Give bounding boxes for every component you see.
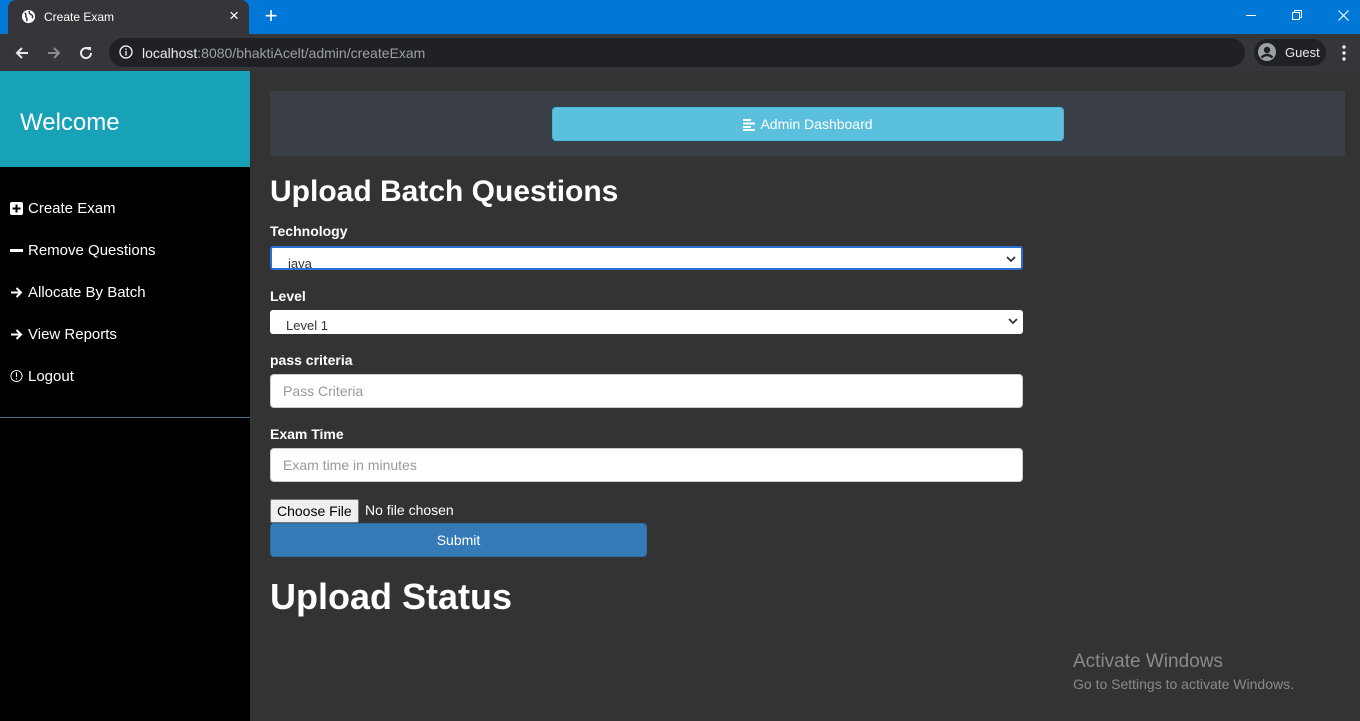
technology-label: Technology bbox=[270, 223, 348, 239]
sidebar-item-label: Logout bbox=[28, 367, 74, 385]
plus-square-icon bbox=[10, 201, 23, 215]
chevron-down-icon bbox=[1006, 256, 1016, 263]
globe-icon bbox=[21, 9, 36, 24]
sidebar-item-remove-questions[interactable]: Remove Questions bbox=[10, 239, 156, 261]
arrow-right-icon bbox=[10, 328, 23, 341]
sidebar-item-view-reports[interactable]: View Reports bbox=[10, 323, 117, 345]
sidebar-item-label: View Reports bbox=[28, 325, 117, 343]
browser-toolbar: localhost:8080/bhaktiAcelt/admin/createE… bbox=[0, 34, 1360, 71]
sidebar: Welcome Create Exam Remove Questions All… bbox=[0, 71, 250, 721]
avatar-icon bbox=[1258, 43, 1276, 61]
sidebar-item-label: Allocate By Batch bbox=[28, 283, 146, 301]
browser-tab[interactable]: Create Exam × bbox=[8, 0, 249, 34]
url-path: :8080/bhaktiAcelt/admin/createExam bbox=[197, 45, 426, 61]
activate-windows-watermark: Activate Windows Go to Settings to activ… bbox=[1073, 651, 1294, 692]
watermark-subtitle: Go to Settings to activate Windows. bbox=[1073, 676, 1294, 692]
upload-status-title: Upload Status bbox=[270, 576, 513, 617]
forward-arrow-icon[interactable] bbox=[42, 41, 66, 65]
page-title: Upload Batch Questions bbox=[270, 175, 619, 208]
technology-selected-value: java bbox=[288, 256, 312, 270]
tab-title: Create Exam bbox=[44, 10, 115, 24]
browser-titlebar: Create Exam × + bbox=[0, 0, 1360, 34]
sidebar-header: Welcome bbox=[0, 71, 250, 167]
level-label: Level bbox=[270, 288, 306, 304]
sidebar-title: Welcome bbox=[20, 109, 120, 136]
new-tab-icon[interactable]: + bbox=[261, 5, 281, 27]
alert-circle-icon bbox=[10, 369, 23, 383]
profile-button[interactable]: Guest bbox=[1254, 39, 1326, 66]
main-content: Admin Dashboard Upload Batch Questions T… bbox=[250, 71, 1360, 721]
choose-file-button[interactable]: Choose File bbox=[270, 499, 359, 523]
close-window-icon[interactable] bbox=[1320, 0, 1360, 30]
technology-select[interactable]: java bbox=[270, 246, 1023, 270]
close-tab-icon[interactable]: × bbox=[229, 7, 239, 24]
sidebar-item-label: Remove Questions bbox=[28, 241, 156, 259]
sidebar-divider bbox=[0, 417, 250, 418]
level-selected-value: Level 1 bbox=[286, 318, 328, 333]
align-left-icon bbox=[743, 118, 756, 131]
kebab-menu-icon[interactable] bbox=[1336, 43, 1352, 63]
exam-time-input[interactable] bbox=[270, 448, 1023, 482]
sidebar-item-create-exam[interactable]: Create Exam bbox=[10, 197, 116, 219]
admin-dashboard-label: Admin Dashboard bbox=[760, 116, 873, 132]
sidebar-item-allocate-by-batch[interactable]: Allocate By Batch bbox=[10, 281, 146, 303]
file-status-text: No file chosen bbox=[365, 502, 454, 518]
pass-criteria-label: pass criteria bbox=[270, 352, 353, 368]
sidebar-item-logout[interactable]: Logout bbox=[10, 365, 74, 387]
chevron-down-icon bbox=[1008, 318, 1018, 325]
admin-dashboard-button[interactable]: Admin Dashboard bbox=[552, 107, 1064, 141]
minimize-icon[interactable] bbox=[1228, 0, 1274, 30]
address-bar[interactable]: localhost:8080/bhaktiAcelt/admin/createE… bbox=[109, 38, 1245, 67]
minus-icon bbox=[10, 244, 23, 257]
url-host: localhost bbox=[142, 45, 198, 61]
exam-time-label: Exam Time bbox=[270, 426, 344, 442]
arrow-right-icon bbox=[10, 286, 23, 299]
profile-label: Guest bbox=[1285, 45, 1320, 60]
level-select[interactable]: Level 1 bbox=[270, 310, 1023, 334]
back-arrow-icon[interactable] bbox=[10, 41, 34, 65]
watermark-title: Activate Windows bbox=[1073, 651, 1223, 672]
info-icon[interactable] bbox=[119, 45, 133, 59]
submit-button[interactable]: Submit bbox=[270, 523, 647, 557]
sidebar-item-label: Create Exam bbox=[28, 199, 116, 217]
pass-criteria-input[interactable] bbox=[270, 374, 1023, 408]
url-text[interactable]: localhost:8080/bhaktiAcelt/admin/createE… bbox=[142, 45, 425, 61]
top-panel: Admin Dashboard bbox=[270, 91, 1345, 156]
reload-icon[interactable] bbox=[74, 41, 98, 65]
restore-icon[interactable] bbox=[1274, 0, 1320, 30]
